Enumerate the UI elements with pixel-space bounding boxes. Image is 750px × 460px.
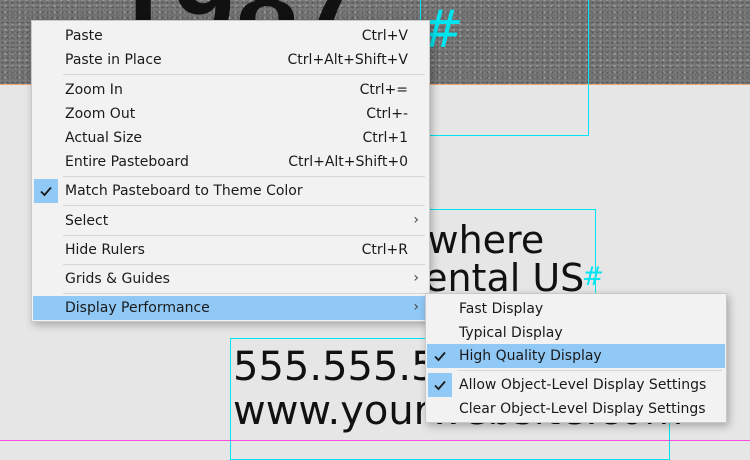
- menu-item-shortcut: Ctrl+Alt+Shift+V: [287, 52, 408, 68]
- submenu-item-typical-display[interactable]: Typical Display: [427, 321, 725, 345]
- menu-item-hide-rulers[interactable]: Hide Rulers Ctrl+R: [33, 238, 428, 262]
- menu-item-paste[interactable]: Paste Ctrl+V: [33, 24, 428, 48]
- menu-separator: [457, 370, 722, 371]
- menu-separator: [63, 293, 425, 294]
- context-menu: Paste Ctrl+V Paste in Place Ctrl+Alt+Shi…: [31, 20, 430, 322]
- submenu-item-allow-object-level[interactable]: Allow Object-Level Display Settings: [427, 373, 725, 397]
- menu-item-label: Grids & Guides: [65, 271, 170, 287]
- menu-item-label: Typical Display: [459, 325, 563, 341]
- menu-item-zoom-out[interactable]: Zoom Out Ctrl+-: [33, 102, 428, 126]
- menu-item-shortcut: Ctrl+=: [359, 82, 408, 98]
- submenu-item-clear-object-level[interactable]: Clear Object-Level Display Settings: [427, 397, 725, 421]
- menu-separator: [63, 205, 425, 206]
- menu-item-display-performance[interactable]: Display Performance ›: [33, 296, 428, 320]
- submenu-item-high-quality-display[interactable]: High Quality Display: [427, 344, 725, 368]
- text-frame-top[interactable]: [420, 0, 589, 136]
- margin-guide-line: [0, 440, 750, 441]
- checkmark-icon: [428, 373, 452, 397]
- phone-number-text: 555.555.5: [233, 344, 437, 390]
- menu-item-label: Hide Rulers: [65, 242, 145, 258]
- chevron-right-icon: ›: [413, 299, 419, 315]
- menu-item-label: Zoom Out: [65, 106, 136, 122]
- menu-separator: [63, 74, 425, 75]
- menu-item-actual-size[interactable]: Actual Size Ctrl+1: [33, 126, 428, 150]
- frame-anchor-hash-2: #: [582, 262, 604, 292]
- display-performance-submenu: Fast Display Typical Display High Qualit…: [425, 293, 727, 423]
- menu-separator: [63, 176, 425, 177]
- submenu-item-fast-display[interactable]: Fast Display: [427, 297, 725, 321]
- menu-item-label: High Quality Display: [459, 348, 602, 364]
- menu-item-label: Paste in Place: [65, 52, 162, 68]
- menu-item-shortcut: Ctrl+R: [361, 242, 408, 258]
- menu-item-label: Clear Object-Level Display Settings: [459, 401, 706, 417]
- menu-item-zoom-in[interactable]: Zoom In Ctrl+=: [33, 78, 428, 102]
- menu-item-shortcut: Ctrl+1: [362, 130, 408, 146]
- menu-item-label: Zoom In: [65, 82, 123, 98]
- menu-item-label: Allow Object-Level Display Settings: [459, 377, 707, 393]
- menu-item-label: Entire Pasteboard: [65, 154, 189, 170]
- menu-item-label: Paste: [65, 28, 103, 44]
- menu-item-paste-in-place[interactable]: Paste in Place Ctrl+Alt+Shift+V: [33, 48, 428, 72]
- menu-item-label: Select: [65, 213, 109, 229]
- menu-item-label: Fast Display: [459, 301, 544, 317]
- menu-item-match-pasteboard[interactable]: Match Pasteboard to Theme Color: [33, 179, 428, 203]
- menu-item-grids-guides[interactable]: Grids & Guides ›: [33, 267, 428, 291]
- menu-separator: [63, 264, 425, 265]
- menu-item-shortcut: Ctrl+-: [366, 106, 408, 122]
- chevron-right-icon: ›: [413, 212, 419, 228]
- menu-item-label: Actual Size: [65, 130, 143, 146]
- checkmark-icon: [428, 344, 452, 368]
- menu-item-shortcut: Ctrl+Alt+Shift+0: [288, 154, 408, 170]
- menu-item-shortcut: Ctrl+V: [361, 28, 408, 44]
- menu-item-label: Match Pasteboard to Theme Color: [65, 183, 303, 199]
- menu-item-select[interactable]: Select ›: [33, 209, 428, 233]
- menu-item-entire-pasteboard[interactable]: Entire Pasteboard Ctrl+Alt+Shift+0: [33, 150, 428, 174]
- chevron-right-icon: ›: [413, 270, 419, 286]
- menu-item-label: Display Performance: [65, 300, 210, 316]
- menu-separator: [63, 235, 425, 236]
- checkmark-icon: [34, 179, 58, 203]
